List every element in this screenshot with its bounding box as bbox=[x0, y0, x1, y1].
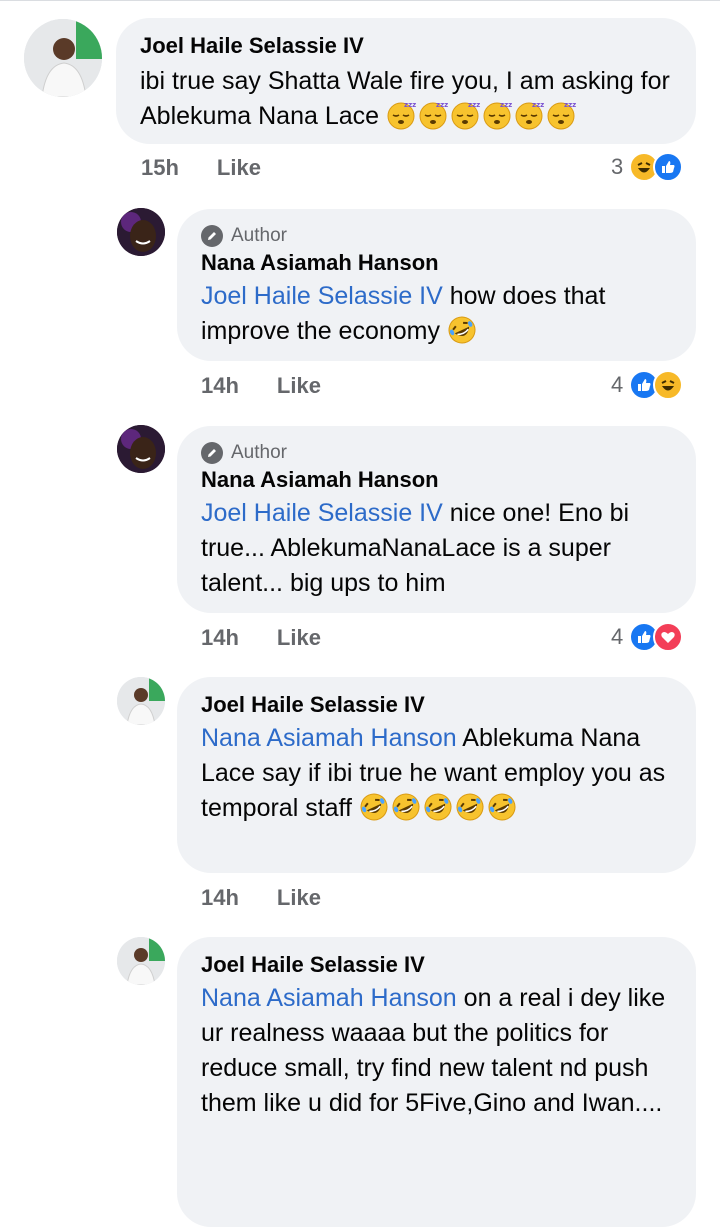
comment-bubble[interactable]: Joel Haile Selassie IV ibi true say Shat… bbox=[116, 18, 696, 144]
svg-text:zzz: zzz bbox=[404, 101, 416, 109]
author-badge: Author bbox=[201, 223, 672, 249]
rofl-emoji bbox=[448, 316, 476, 344]
comment-meta: 14h Like bbox=[201, 373, 321, 399]
rofl-emoji bbox=[360, 793, 388, 821]
svg-text:zzz: zzz bbox=[436, 101, 448, 109]
sleeping-face-emoji: zzz bbox=[451, 101, 480, 130]
pencil-icon bbox=[201, 442, 223, 464]
comment-text: ibi true say Shatta Wale fire you, I am … bbox=[140, 64, 672, 134]
profile-photo-icon bbox=[117, 937, 165, 985]
sleeping-face-emoji: zzz bbox=[387, 101, 416, 130]
comment-bubble[interactable]: Author Nana Asiamah Hanson Joel Haile Se… bbox=[177, 209, 696, 361]
svg-text:zzz: zzz bbox=[564, 101, 576, 109]
comment-meta: 15h Like bbox=[141, 155, 261, 181]
rofl-emoji-group bbox=[447, 316, 479, 345]
avatar[interactable] bbox=[117, 425, 165, 473]
profile-photo-icon bbox=[117, 425, 165, 473]
mention-link[interactable]: Nana Asiamah Hanson bbox=[201, 724, 457, 752]
comment-text: Nana Asiamah Hanson Ablekuma Nana Lace s… bbox=[201, 721, 672, 826]
rofl-emoji bbox=[456, 793, 484, 821]
reaction-summary[interactable]: 4 bbox=[611, 370, 684, 400]
comment-author[interactable]: Nana Asiamah Hanson bbox=[201, 249, 672, 277]
comment-author[interactable]: Joel Haile Selassie IV bbox=[140, 32, 672, 60]
comment-meta: 14h Like bbox=[201, 625, 321, 651]
mention-link[interactable]: Joel Haile Selassie IV bbox=[201, 282, 443, 310]
avatar[interactable] bbox=[117, 937, 165, 985]
like-button[interactable]: Like bbox=[277, 373, 321, 399]
author-badge-label: Author bbox=[231, 225, 287, 246]
comment-text: Joel Haile Selassie IV how does that imp… bbox=[201, 279, 672, 349]
sleeping-face-emoji: zzz bbox=[483, 101, 512, 130]
comment-bubble[interactable]: Joel Haile Selassie IV Nana Asiamah Hans… bbox=[177, 677, 696, 873]
like-button[interactable]: Like bbox=[277, 625, 321, 651]
timestamp[interactable]: 14h bbox=[201, 625, 239, 651]
sleeping-face-emoji: zzz bbox=[547, 101, 576, 130]
top-divider bbox=[0, 0, 720, 7]
comment-text: Nana Asiamah Hanson on a real i dey like… bbox=[201, 981, 672, 1121]
rofl-emoji bbox=[424, 793, 452, 821]
rofl-emoji bbox=[392, 793, 420, 821]
like-icon bbox=[653, 152, 684, 182]
timestamp[interactable]: 14h bbox=[201, 885, 239, 911]
sleeping-face-emoji-group: zzz zzz zzz zzz zzz zzz bbox=[386, 101, 578, 130]
comment-text: Joel Haile Selassie IV nice one! Eno bi … bbox=[201, 496, 672, 601]
reaction-summary[interactable]: 3 bbox=[611, 152, 684, 182]
sleeping-face-emoji: zzz bbox=[419, 101, 448, 130]
like-button[interactable]: Like bbox=[277, 885, 321, 911]
comment-author[interactable]: Joel Haile Selassie IV bbox=[201, 691, 672, 719]
timestamp[interactable]: 14h bbox=[201, 373, 239, 399]
svg-text:zzz: zzz bbox=[500, 101, 512, 109]
reaction-summary[interactable]: 4 bbox=[611, 622, 684, 652]
avatar[interactable] bbox=[117, 677, 165, 725]
mention-link[interactable]: Joel Haile Selassie IV bbox=[201, 499, 443, 527]
haha-icon bbox=[653, 370, 684, 400]
profile-photo-icon bbox=[117, 677, 165, 725]
comment-bubble[interactable]: Joel Haile Selassie IV Nana Asiamah Hans… bbox=[177, 937, 696, 1227]
comment-bubble[interactable]: Author Nana Asiamah Hanson Joel Haile Se… bbox=[177, 426, 696, 613]
author-badge: Author bbox=[201, 440, 672, 466]
svg-text:zzz: zzz bbox=[468, 101, 480, 109]
profile-photo-icon bbox=[117, 208, 165, 256]
avatar[interactable] bbox=[117, 208, 165, 256]
timestamp[interactable]: 15h bbox=[141, 155, 179, 181]
profile-photo-icon bbox=[24, 19, 102, 97]
sleeping-face-emoji: zzz bbox=[515, 101, 544, 130]
author-badge-label: Author bbox=[231, 442, 287, 463]
like-button[interactable]: Like bbox=[217, 155, 261, 181]
comment-meta: 14h Like bbox=[201, 885, 321, 911]
reaction-count: 4 bbox=[611, 372, 624, 397]
love-icon bbox=[653, 622, 684, 652]
svg-text:zzz: zzz bbox=[532, 101, 544, 109]
rofl-emoji bbox=[488, 793, 516, 821]
reaction-count: 4 bbox=[611, 624, 624, 649]
comment-author[interactable]: Joel Haile Selassie IV bbox=[201, 951, 672, 979]
rofl-emoji-group bbox=[359, 793, 519, 822]
mention-link[interactable]: Nana Asiamah Hanson bbox=[201, 984, 457, 1012]
reaction-count: 3 bbox=[611, 154, 624, 179]
comment-author[interactable]: Nana Asiamah Hanson bbox=[201, 466, 672, 494]
avatar[interactable] bbox=[24, 19, 102, 97]
pencil-icon bbox=[201, 225, 223, 247]
